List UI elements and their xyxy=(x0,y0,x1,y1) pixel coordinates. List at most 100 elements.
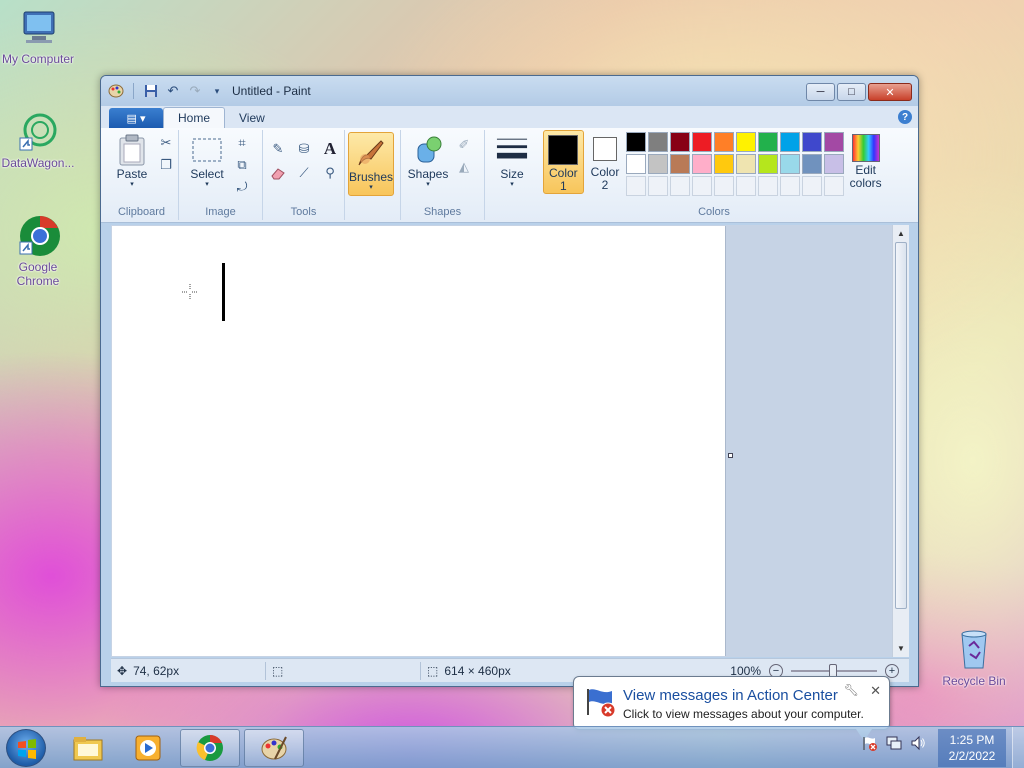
canvas-resize-handle[interactable] xyxy=(728,453,733,458)
palette-swatch[interactable] xyxy=(714,132,735,152)
custom-color-slot[interactable] xyxy=(758,176,779,196)
palette-swatch[interactable] xyxy=(648,154,669,174)
customize-qat-icon[interactable]: ▾ xyxy=(208,82,226,100)
palette-swatch[interactable] xyxy=(648,132,669,152)
custom-color-slot[interactable] xyxy=(736,176,757,196)
action-center-notification[interactable]: View messages in Action Center Click to … xyxy=(573,676,890,741)
shape-fill-icon[interactable]: ◭ xyxy=(453,156,475,178)
fill-icon[interactable]: ⛁ xyxy=(293,138,315,160)
color-picker-icon[interactable]: ⟋ xyxy=(293,162,315,184)
taskbar-chrome[interactable] xyxy=(180,729,240,767)
zoom-slider[interactable] xyxy=(791,663,877,678)
chrome-icon xyxy=(16,214,60,258)
palette-swatch[interactable] xyxy=(802,132,823,152)
clock[interactable]: 1:25 PM 2/2/2022 xyxy=(938,729,1006,767)
rotate-icon[interactable]: ⤾ xyxy=(231,176,253,198)
palette-swatch[interactable] xyxy=(714,154,735,174)
edit-colors-button[interactable]: Edit colors xyxy=(846,130,885,196)
paint-app-icon[interactable] xyxy=(107,82,125,100)
size-label: Size xyxy=(500,167,524,181)
custom-color-slot[interactable] xyxy=(802,176,823,196)
redo-icon[interactable]: ↷ xyxy=(186,82,204,100)
resize-icon[interactable]: ⧉ xyxy=(231,154,253,176)
palette-swatch[interactable] xyxy=(824,154,845,174)
outline-icon[interactable]: ✐ xyxy=(453,134,475,156)
palette-swatch[interactable] xyxy=(670,154,691,174)
tools-group-label: Tools xyxy=(290,206,317,218)
magnifier-icon[interactable]: ⚲ xyxy=(319,162,341,184)
taskbar-media-player[interactable] xyxy=(118,729,178,767)
palette-swatch[interactable] xyxy=(692,154,713,174)
wrench-icon[interactable]: 🔧︎ xyxy=(844,683,859,697)
cut-icon[interactable]: ✂ xyxy=(155,132,177,154)
palette-swatch[interactable] xyxy=(736,132,757,152)
size-button[interactable]: Size ▾ xyxy=(489,130,535,189)
drawing-canvas[interactable] xyxy=(112,226,726,656)
desktop-icon-recycle-bin[interactable]: Recycle Bin xyxy=(936,628,1012,688)
vertical-scrollbar[interactable]: ▲ ▼ xyxy=(892,225,909,657)
custom-color-slot[interactable] xyxy=(670,176,691,196)
minimize-button[interactable]: ─ xyxy=(806,83,835,101)
brushes-button[interactable]: Brushes ▾ xyxy=(348,132,394,196)
taskbar-explorer[interactable] xyxy=(58,729,118,767)
shapes-icon xyxy=(412,134,444,166)
notification-close-icon[interactable]: ✕ xyxy=(870,683,881,699)
volume-icon[interactable] xyxy=(910,735,926,754)
close-button[interactable]: ✕ xyxy=(868,83,912,101)
palette-swatch[interactable] xyxy=(626,154,647,174)
color1-swatch xyxy=(548,135,579,165)
custom-color-slot[interactable] xyxy=(648,176,669,196)
custom-color-slot[interactable] xyxy=(714,176,735,196)
scroll-thumb[interactable] xyxy=(895,242,907,609)
paste-button[interactable]: Paste ▾ xyxy=(109,130,155,189)
action-center-icon[interactable] xyxy=(862,735,878,754)
clock-date: 2/2/2022 xyxy=(948,749,996,763)
palette-swatch[interactable] xyxy=(802,154,823,174)
custom-color-slot[interactable] xyxy=(780,176,801,196)
taskbar-paint[interactable] xyxy=(244,729,304,767)
file-menu-button[interactable]: ▤ ▾ xyxy=(109,108,163,128)
shapes-button[interactable]: Shapes ▾ xyxy=(405,130,451,189)
select-button[interactable]: Select ▾ xyxy=(183,130,231,189)
brush-icon xyxy=(355,137,387,169)
palette-swatch[interactable] xyxy=(758,154,779,174)
palette-swatch[interactable] xyxy=(780,132,801,152)
window-title: Untitled - Paint xyxy=(232,84,311,98)
scroll-down-icon[interactable]: ▼ xyxy=(893,640,909,657)
show-desktop-button[interactable] xyxy=(1012,727,1024,768)
palette-swatch[interactable] xyxy=(692,132,713,152)
tab-home[interactable]: Home xyxy=(163,107,226,128)
tab-view[interactable]: View xyxy=(225,107,279,128)
palette-swatch[interactable] xyxy=(626,132,647,152)
palette-swatch[interactable] xyxy=(780,154,801,174)
custom-color-slot[interactable] xyxy=(626,176,647,196)
color2-button[interactable]: Color 2 xyxy=(586,130,625,196)
network-icon[interactable] xyxy=(886,735,902,754)
eraser-icon[interactable] xyxy=(267,162,289,184)
custom-color-slot[interactable] xyxy=(824,176,845,196)
scroll-up-icon[interactable]: ▲ xyxy=(893,225,909,242)
palette-swatch[interactable] xyxy=(824,132,845,152)
desktop-icon-datawagon[interactable]: DataWagon... xyxy=(0,110,76,170)
copy-icon[interactable]: ❐ xyxy=(155,154,177,176)
save-icon[interactable] xyxy=(142,82,160,100)
palette-swatch[interactable] xyxy=(670,132,691,152)
chevron-down-icon: ▾ xyxy=(426,181,430,188)
desktop-icon-my-computer[interactable]: My Computer xyxy=(0,6,76,66)
palette-swatch[interactable] xyxy=(736,154,757,174)
menu-icon: ▤ ▾ xyxy=(126,112,146,125)
desktop-icon-google-chrome[interactable]: Google Chrome xyxy=(0,214,76,288)
maximize-button[interactable]: □ xyxy=(837,83,866,101)
color1-button[interactable]: Color 1 xyxy=(543,130,584,194)
crop-icon[interactable]: ⌗ xyxy=(231,132,253,154)
start-button[interactable] xyxy=(6,729,46,767)
help-icon[interactable]: ? xyxy=(898,110,912,124)
text-icon[interactable]: A xyxy=(319,138,341,160)
drawn-line xyxy=(222,263,225,321)
desktop-icon-label: Google Chrome xyxy=(16,260,60,288)
palette-swatch[interactable] xyxy=(758,132,779,152)
custom-color-slot[interactable] xyxy=(692,176,713,196)
undo-icon[interactable]: ↶ xyxy=(164,82,182,100)
pencil-icon[interactable]: ✎ xyxy=(267,138,289,160)
zoom-in-icon[interactable]: + xyxy=(885,663,899,678)
